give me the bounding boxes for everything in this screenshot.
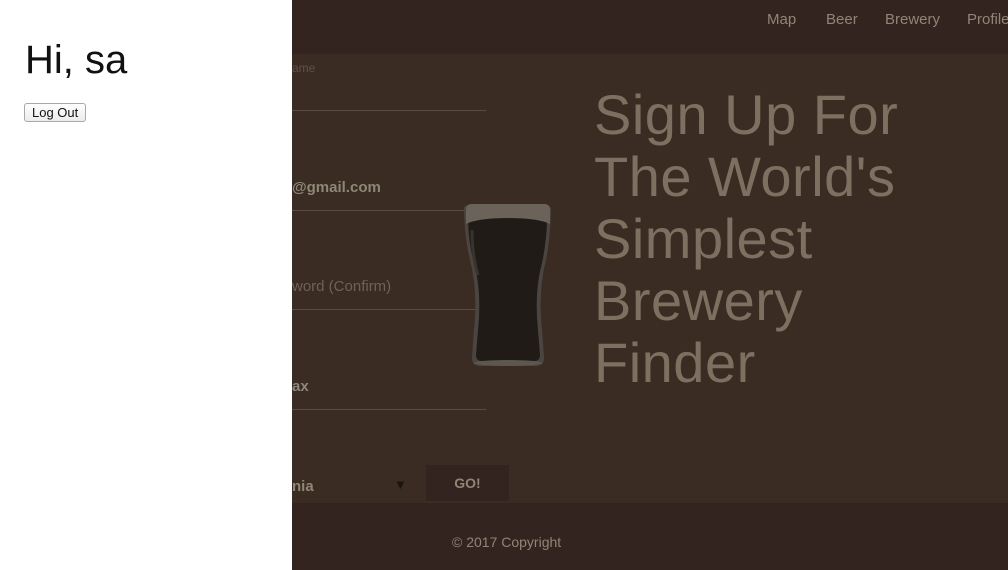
- nav-link-map[interactable]: Map: [767, 11, 796, 28]
- greeting-heading: Hi, sa: [25, 38, 128, 82]
- stout-pint-glass-icon: [463, 204, 552, 366]
- triangle-down-icon: ▼: [394, 477, 407, 492]
- state-select-value: nia: [292, 478, 314, 495]
- city-value: ax: [292, 378, 309, 395]
- hero-headline: Sign Up For The World's Simplest Brewery…: [594, 84, 974, 394]
- state-select[interactable]: nia ▼: [292, 470, 412, 500]
- nav-link-profile[interactable]: Profile: [967, 11, 1008, 28]
- email-value: @gmail.com: [292, 179, 381, 196]
- logout-button[interactable]: Log Out: [24, 103, 87, 122]
- password-confirm-placeholder: word (Confirm): [292, 278, 392, 295]
- hero-line: Finder: [594, 331, 756, 394]
- side-panel: Hi, sa Log Out: [0, 0, 292, 570]
- go-button[interactable]: GO!: [426, 465, 509, 501]
- nav-link-beer[interactable]: Beer: [826, 11, 858, 28]
- hero-line: Brewery: [594, 269, 803, 332]
- copyright-text: © 2017 Copyright: [452, 534, 562, 550]
- hero-line: Sign Up For: [594, 83, 899, 146]
- nav-link-brewery[interactable]: Brewery: [885, 11, 940, 28]
- hero-line: The World's: [594, 145, 896, 208]
- hero-line: Simplest: [594, 207, 813, 270]
